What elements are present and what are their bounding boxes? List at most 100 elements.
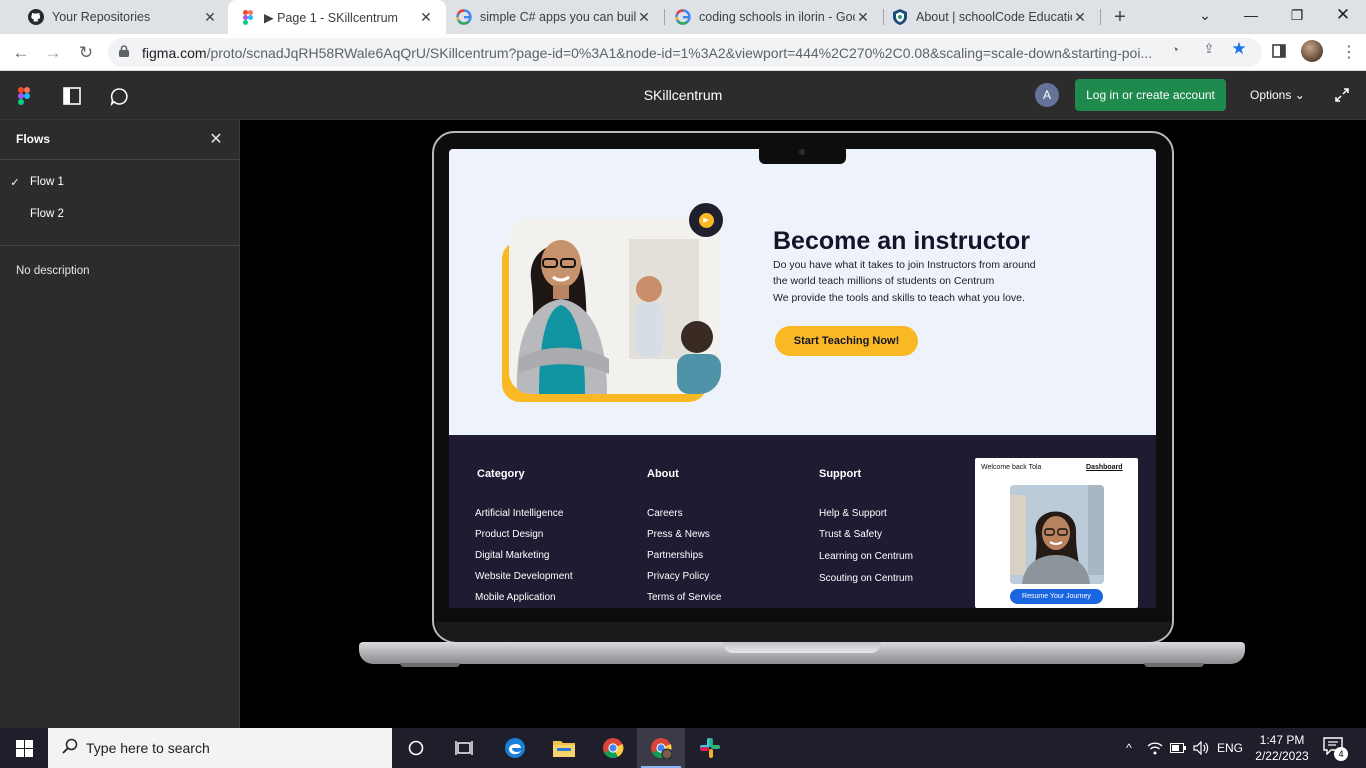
system-clock[interactable]: 1:47 PM 2/22/2023 — [1247, 732, 1317, 764]
footer-link[interactable]: Website Development — [475, 571, 573, 582]
clock-date: 2/22/2023 — [1255, 749, 1309, 763]
volume-icon[interactable] — [1191, 728, 1211, 768]
prototype-screen[interactable]: ▶ Become an instructor Do you have what … — [449, 149, 1156, 608]
notification-center-button[interactable]: 4 — [1323, 737, 1348, 761]
maximize-icon[interactable]: ❐ — [1274, 0, 1320, 30]
flow-item-flow-2[interactable]: Flow 2 — [0, 199, 240, 229]
close-icon[interactable]: ✕ — [636, 9, 652, 25]
hero-description-line: Do you have what it takes to join Instru… — [773, 259, 1036, 271]
github-icon — [28, 9, 44, 25]
user-avatar[interactable]: A — [1035, 83, 1059, 107]
hero-title: Become an instructor — [773, 227, 1031, 255]
figma-logo-icon[interactable] — [13, 85, 35, 107]
start-teaching-button[interactable]: Start Teaching Now! — [775, 326, 918, 356]
reload-icon[interactable]: ↻ — [73, 40, 99, 66]
show-hidden-icons-chevron-icon[interactable]: ^ — [1118, 728, 1140, 768]
slack-icon[interactable] — [686, 728, 734, 768]
close-icon[interactable]: ✕ — [855, 9, 871, 25]
welcome-text: Welcome back Tola — [981, 464, 1042, 471]
hero-description-line: We provide the tools and skills to teach… — [773, 292, 1025, 304]
hero-description-line: the world teach millions of students on … — [773, 275, 995, 287]
footer-link[interactable]: Press & News — [647, 529, 710, 540]
more-options-icon[interactable]: ⋮ — [1340, 41, 1358, 63]
tab-label: coding schools in ilorin - Goo — [699, 10, 855, 24]
footer-link[interactable]: Privacy Policy — [647, 571, 709, 582]
language-indicator[interactable]: ENG — [1214, 728, 1246, 768]
tab-search-chevron-icon[interactable]: ⌄ — [1182, 0, 1228, 30]
figma-icon — [240, 9, 256, 25]
file-explorer-icon[interactable] — [540, 728, 588, 768]
comment-icon[interactable] — [108, 85, 130, 107]
profile-avatar[interactable] — [1301, 40, 1323, 62]
search-icon — [62, 738, 78, 759]
tab-about-schoolcode[interactable]: About | schoolCode Educatio ✕ — [884, 0, 1100, 34]
shield-icon — [892, 9, 908, 25]
taskbar-search-box[interactable]: Type here to search — [48, 728, 392, 768]
footer-link[interactable]: Partnerships — [647, 550, 703, 561]
tab-coding-schools[interactable]: coding schools in ilorin - Goo ✕ — [665, 0, 883, 34]
close-icon[interactable]: ✕ — [207, 130, 225, 148]
battery-icon[interactable] — [1168, 728, 1188, 768]
performance-icon[interactable]: ◔ — [1166, 40, 1184, 58]
share-icon[interactable]: ⇪ — [1200, 40, 1218, 58]
url-field[interactable]: figma.com/proto/scnadJqRH58RWale6AqQrU/S… — [108, 38, 1262, 67]
back-arrow-icon[interactable]: ← — [8, 40, 34, 66]
student-photo — [1010, 485, 1104, 584]
close-icon[interactable]: ✕ — [202, 9, 218, 25]
bookmark-star-icon[interactable]: ★ — [1230, 39, 1248, 58]
dashboard-link[interactable]: Dashboard — [1086, 464, 1123, 471]
clock-time: 1:47 PM — [1259, 733, 1305, 747]
close-icon[interactable]: ✕ — [1072, 9, 1088, 25]
new-tab-button[interactable]: + — [1108, 5, 1132, 29]
footer-heading-about: About — [647, 468, 679, 480]
resume-journey-button[interactable]: Resume Your Journey — [1010, 589, 1103, 604]
footer-link[interactable]: Trust & Safety — [819, 529, 882, 540]
login-button[interactable]: Log in or create account — [1075, 79, 1226, 111]
checkmark-icon: ✓ — [10, 176, 20, 189]
chrome-icon[interactable] — [589, 728, 637, 768]
play-video-button[interactable]: ▶ — [689, 203, 723, 237]
windows-logo-icon — [15, 739, 33, 757]
flow-item-flow-1[interactable]: ✓ Flow 1 — [0, 167, 240, 197]
divider — [0, 159, 240, 160]
footer-link[interactable]: Product Design — [475, 529, 543, 540]
footer-link[interactable]: Scouting on Centrum — [819, 573, 913, 584]
footer-link[interactable]: Digital Marketing — [475, 550, 549, 561]
laptop-opening-notch — [723, 642, 881, 653]
play-icon: ▶ — [698, 212, 714, 228]
divider — [0, 245, 240, 246]
site-footer: Category Artificial Intelligence Product… — [449, 435, 1156, 608]
close-window-icon[interactable]: ✕ — [1320, 0, 1366, 30]
fullscreen-icon[interactable] — [1334, 87, 1350, 103]
footer-link[interactable]: Careers — [647, 508, 683, 519]
task-view-icon[interactable] — [440, 728, 488, 768]
forward-arrow-icon[interactable]: → — [40, 40, 66, 66]
footer-link[interactable]: Help & Support — [819, 508, 887, 519]
wifi-icon[interactable] — [1145, 728, 1165, 768]
minimize-icon[interactable]: — — [1228, 0, 1274, 30]
footer-link[interactable]: Learning on Centrum — [819, 551, 913, 562]
options-menu[interactable]: Options ⌄ — [1250, 88, 1305, 102]
laptop-notch — [759, 149, 846, 164]
footer-link[interactable]: Artificial Intelligence — [475, 508, 563, 519]
footer-link[interactable]: Terms of Service — [647, 592, 721, 603]
camera-icon — [799, 149, 805, 155]
sidebar-toggle-icon[interactable] — [61, 85, 83, 107]
browser-tab-strip: Your Repositories ✕ ▶ Page 1 - SKillcent… — [0, 0, 1366, 34]
chrome-profile-icon[interactable] — [637, 728, 685, 768]
side-panel-icon[interactable] — [1270, 42, 1288, 60]
tab-simple-csharp-apps[interactable]: simple C# apps you can build ✕ — [446, 0, 664, 34]
url-text: figma.com/proto/scnadJqRH58RWale6AqQrU/S… — [142, 44, 1152, 61]
chevron-down-icon: ⌄ — [1294, 88, 1305, 102]
flows-panel-title: Flows — [16, 132, 51, 146]
figma-toolbar: SKillcentrum A Log in or create account … — [0, 71, 1366, 120]
tab-separator — [1100, 9, 1101, 25]
footer-link[interactable]: Mobile Application — [475, 592, 556, 603]
edge-icon[interactable] — [491, 728, 539, 768]
tab-your-repositories[interactable]: Your Repositories ✕ — [8, 0, 230, 34]
start-button[interactable] — [0, 728, 48, 768]
cortana-icon[interactable] — [392, 728, 440, 768]
tab-skillcentrum[interactable]: ▶ Page 1 - SKillcentrum ✕ — [228, 0, 446, 34]
notification-count-badge: 4 — [1334, 747, 1348, 761]
close-icon[interactable]: ✕ — [418, 9, 434, 25]
